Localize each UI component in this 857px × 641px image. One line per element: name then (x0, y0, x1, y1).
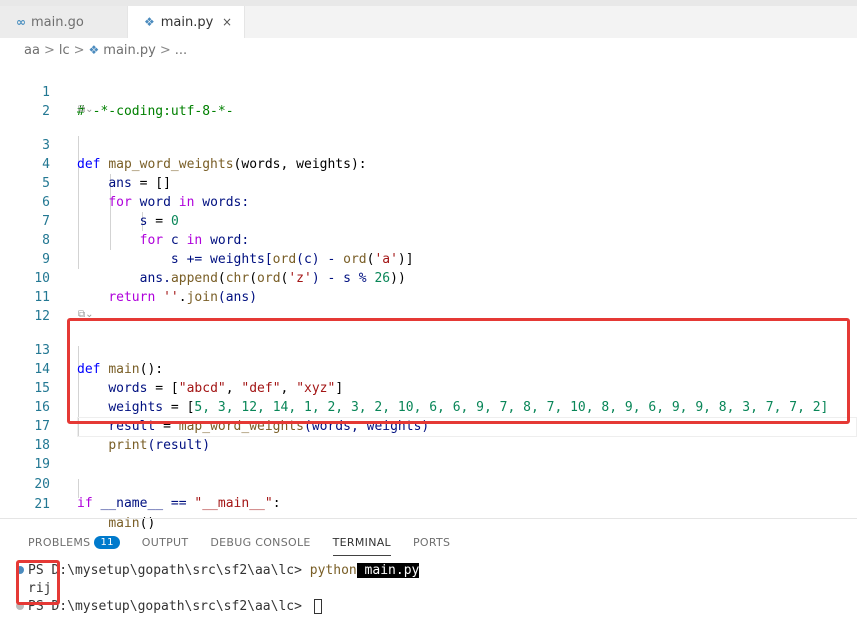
tab-label: DEBUG CONSOLE (210, 535, 311, 549)
tab-label: OUTPUT (141, 535, 189, 549)
keyword: if (77, 496, 93, 511)
tab-main-py[interactable]: ❖ main.py × (128, 6, 245, 38)
breadcrumb-item[interactable]: lc (59, 43, 70, 58)
code-line: 20 if __name__ == "__main__": (0, 456, 857, 511)
code-line: 5 for word in words: (0, 155, 857, 210)
breadcrumb: aa > lc > ❖ main.py > ... (0, 38, 857, 62)
terminal-line: PS D:\mysetup\gopath\src\sf2\aa\lc> (28, 598, 322, 616)
problems-count-badge: 11 (94, 535, 120, 549)
terminal-prompt: PS D:\mysetup\gopath\src\sf2\aa\lc> (28, 563, 310, 578)
line-number: 21 (34, 497, 50, 512)
code-line: 3 def map_word_weights(words, weights): (0, 117, 857, 172)
chevron-right-icon: > (43, 42, 55, 58)
code-line: 6 s = 0 (0, 174, 857, 229)
tab-terminal[interactable]: TERMINAL (332, 528, 392, 556)
python-icon: ❖ (88, 43, 100, 57)
tab-problems[interactable]: PROBLEMS 11 (28, 528, 120, 556)
tab-main-go[interactable]: ∞ main.go (0, 6, 128, 38)
code-text: __name__ == (92, 496, 195, 511)
terminal-prompt: PS D:\mysetup\gopath\src\sf2\aa\lc> (28, 599, 310, 614)
code-line: 21 main() (0, 476, 857, 531)
panel-tab-bar: PROBLEMS 11 OUTPUT DEBUG CONSOLE TERMINA… (0, 528, 857, 556)
code-line: 4 ans = [] (0, 136, 857, 191)
tab-label: main.go (31, 14, 84, 30)
tab-ports[interactable]: PORTS (413, 528, 450, 556)
code-line: 12 (0, 288, 857, 324)
go-icon: ∞ (16, 15, 26, 29)
code-line: 1 # -*-coding:utf-8-*- (0, 64, 857, 119)
annotation-highlight-box (16, 560, 60, 605)
tab-label: TERMINAL (332, 535, 391, 549)
tab-label: PORTS (412, 535, 451, 549)
breadcrumb-item[interactable]: aa (24, 43, 40, 58)
close-icon[interactable]: × (222, 15, 232, 29)
chevron-right-icon: > (73, 42, 85, 58)
code-line: 11 (0, 269, 857, 305)
terminal[interactable]: PS D:\mysetup\gopath\src\sf2\aa\lc> pyth… (0, 560, 857, 641)
code-editor[interactable]: 1 # -*-coding:utf-8-*- 2 ⧉⌄ 3 def map_wo… (0, 62, 857, 531)
code-line: 10 return ''.join(ans) (0, 250, 857, 305)
string: "__main__" (194, 496, 273, 511)
tab-label: PROBLEMS (28, 535, 91, 549)
editor-tab-bar: ∞ main.go ❖ main.py × (0, 0, 857, 38)
chevron-right-icon: > (159, 42, 171, 58)
code-line: 8 s += weights[ord(c) - ord('a')] (0, 212, 857, 267)
terminal-line: PS D:\mysetup\gopath\src\sf2\aa\lc> pyth… (28, 562, 420, 580)
code-line: 2 (0, 83, 857, 119)
tab-output[interactable]: OUTPUT (142, 528, 189, 556)
python-icon: ❖ (144, 15, 155, 29)
codelens-icon[interactable]: ⧉⌄ (78, 103, 94, 117)
terminal-command: python (309, 563, 357, 578)
panel-divider (0, 518, 857, 519)
code-text: : (272, 496, 281, 511)
breadcrumb-item[interactable]: ... (175, 43, 187, 58)
tab-label: main.py (160, 14, 214, 30)
terminal-argument: main.py (356, 563, 420, 578)
code-line: 9 ans.append(chr(ord('z') - s % 26)) (0, 231, 857, 286)
breadcrumb-item[interactable]: main.py (103, 43, 156, 58)
annotation-highlight-box (67, 318, 850, 424)
code-line: 19 (0, 436, 857, 472)
code-line: 7 for c in word: (0, 193, 857, 248)
tab-debug-console[interactable]: DEBUG CONSOLE (210, 528, 310, 556)
terminal-cursor (313, 599, 322, 614)
